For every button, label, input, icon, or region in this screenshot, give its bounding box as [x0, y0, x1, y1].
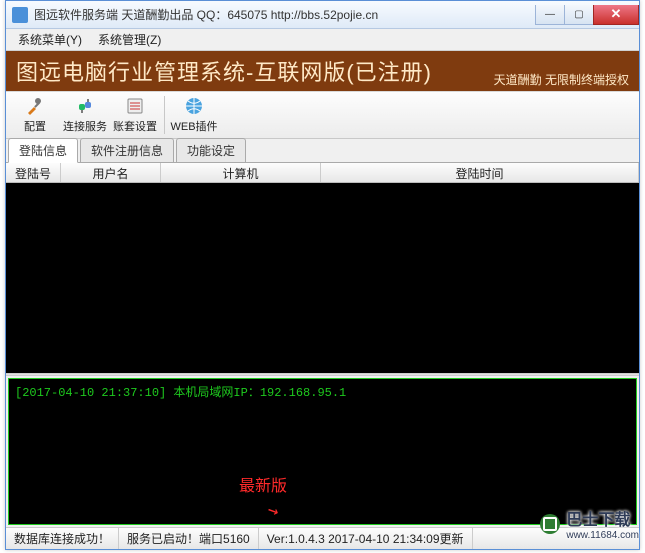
- minimize-button[interactable]: —: [535, 5, 565, 25]
- annotation-latest: 最新版: [239, 472, 287, 496]
- window-controls: — ▢ ✕: [536, 5, 639, 25]
- col-login-no[interactable]: 登陆号: [6, 163, 61, 182]
- arrow-icon: ↘: [263, 498, 282, 523]
- status-service: 服务已启动！端口5160: [119, 528, 259, 549]
- account-button[interactable]: 账套设置: [110, 93, 160, 137]
- status-db: 数据库连接成功！: [6, 528, 119, 549]
- menu-system[interactable]: 系统菜单(Y): [10, 29, 90, 50]
- tab-login-info[interactable]: 登陆信息: [8, 138, 78, 163]
- tab-register-info[interactable]: 软件注册信息: [80, 138, 174, 162]
- toolbar: 配置 连接服务 账套设置 WEB插件: [6, 91, 639, 139]
- grid-header: 登陆号 用户名 计算机 登陆时间: [6, 163, 639, 183]
- tab-function-settings[interactable]: 功能设定: [176, 138, 246, 162]
- config-button[interactable]: 配置: [10, 93, 60, 137]
- splitter[interactable]: [6, 373, 639, 376]
- banner-title: 图远电脑行业管理系统-互联网版(已注册): [16, 55, 432, 87]
- grid-body[interactable]: [6, 183, 639, 373]
- account-label: 账套设置: [113, 118, 157, 134]
- connect-button[interactable]: 连接服务: [60, 93, 110, 137]
- globe-icon: [184, 96, 204, 116]
- plug-icon: [75, 96, 95, 116]
- col-computer[interactable]: 计算机: [161, 163, 321, 182]
- tabstrip: 登陆信息 软件注册信息 功能设定: [6, 139, 639, 163]
- webplugin-button[interactable]: WEB插件: [169, 93, 219, 137]
- console[interactable]: [2017-04-10 21:37:10] 本机局域网IP：192.168.95…: [8, 378, 637, 525]
- toolbar-separator: [164, 96, 165, 134]
- menu-manage[interactable]: 系统管理(Z): [90, 29, 169, 50]
- banner-subtitle: 天道酬勤 无限制终端授权: [494, 71, 629, 88]
- col-login-time[interactable]: 登陆时间: [321, 163, 639, 182]
- titlebar[interactable]: 图远软件服务端 天道酬勤出品 QQ：645075 http://bbs.52po…: [6, 1, 639, 29]
- config-label: 配置: [24, 118, 46, 134]
- webplugin-label: WEB插件: [170, 118, 217, 134]
- console-line: [2017-04-10 21:37:10] 本机局域网IP：192.168.95…: [15, 383, 630, 400]
- col-username[interactable]: 用户名: [61, 163, 161, 182]
- status-version: Ver:1.0.4.3 2017-04-10 21:34:09更新: [259, 528, 473, 549]
- window-title: 图远软件服务端 天道酬勤出品 QQ：645075 http://bbs.52po…: [34, 6, 536, 23]
- banner: 图远电脑行业管理系统-互联网版(已注册) 天道酬勤 无限制终端授权: [6, 51, 639, 91]
- close-button[interactable]: ✕: [593, 5, 639, 25]
- connect-label: 连接服务: [63, 118, 107, 134]
- menubar: 系统菜单(Y) 系统管理(Z): [6, 29, 639, 51]
- maximize-button[interactable]: ▢: [564, 5, 594, 25]
- app-window: 图远软件服务端 天道酬勤出品 QQ：645075 http://bbs.52po…: [5, 0, 640, 550]
- ledger-icon: [125, 96, 145, 116]
- wrench-icon: [25, 96, 45, 116]
- app-icon: [12, 7, 28, 23]
- statusbar: 数据库连接成功！ 服务已启动！端口5160 Ver:1.0.4.3 2017-0…: [6, 527, 639, 549]
